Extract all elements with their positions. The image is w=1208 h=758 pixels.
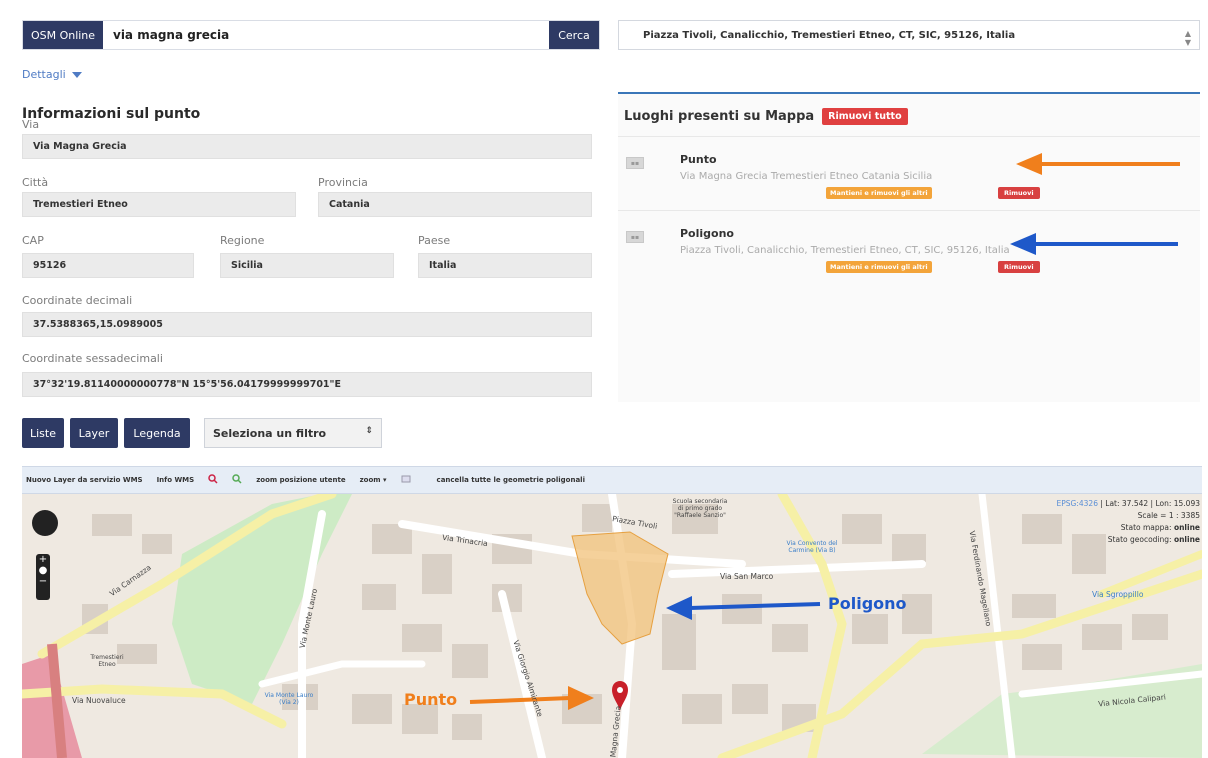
address-select-value: Piazza Tivoli, Canalicchio, Tremestieri … <box>643 29 1016 41</box>
poi-label: Scuola secondaria di primo grado "Raffae… <box>672 498 728 519</box>
wms-search-icon[interactable] <box>208 474 218 486</box>
map-layers-icon[interactable] <box>401 474 411 486</box>
coord-dec-label: Coordinate decimali <box>22 294 133 307</box>
via-field[interactable]: Via Magna Grecia <box>22 134 592 159</box>
wms-layer-button[interactable]: Nuovo Layer da servizio WMS <box>26 476 143 484</box>
pan-control[interactable] <box>32 510 58 536</box>
search-button[interactable]: Cerca <box>549 21 599 49</box>
source-osm-button[interactable]: OSM Online <box>23 21 103 49</box>
punto-annotation: Punto <box>404 690 458 709</box>
provincia-label: Provincia <box>318 176 368 189</box>
map-toolbar: Nuovo Layer da servizio WMS Info WMS zoo… <box>22 466 1202 494</box>
filter-select-value: Seleziona un filtro <box>213 426 327 440</box>
cap-field[interactable]: 95126 <box>22 253 194 278</box>
orange-arrow-annotation <box>1016 153 1180 175</box>
zoom-user-button[interactable]: zoom posizione utente <box>256 476 345 484</box>
street-label: Via Nuovaluce <box>72 696 126 705</box>
search-input[interactable] <box>103 21 549 49</box>
paese-label: Paese <box>418 234 451 247</box>
place-item: ▪▪ Punto Via Magna Grecia Tremestieri Et… <box>618 136 1200 208</box>
street-label: Via San Marco <box>720 572 774 581</box>
paese-field[interactable]: Italia <box>418 253 592 278</box>
remove-button[interactable]: Rimuovi <box>998 261 1040 273</box>
legenda-button[interactable]: Legenda <box>124 418 190 448</box>
places-title: Luoghi presenti su Mappa <box>624 109 815 124</box>
details-toggle[interactable]: Dettagli <box>22 68 82 81</box>
citta-label: Città <box>22 176 49 189</box>
place-item: ▪▪ Poligono Piazza Tivoli, Canalicchio, … <box>618 210 1200 282</box>
regione-field[interactable]: Sicilia <box>220 253 394 278</box>
keep-only-button[interactable]: Mantieni e rimuovi gli altri <box>826 187 932 199</box>
coord-dec-field[interactable]: 37.5388365,15.0989005 <box>22 312 592 337</box>
poi-label: Via Monte Lauro (Via 2) <box>264 692 314 706</box>
coord-sex-field[interactable]: 37°32'19.81140000000778"N 15°5'56.041799… <box>22 372 592 397</box>
filter-select[interactable]: Seleziona un filtro ⇕ <box>204 418 382 448</box>
liste-button[interactable]: Liste <box>22 418 64 448</box>
search-bar: OSM Online Cerca <box>22 20 600 50</box>
keep-only-button[interactable]: Mantieni e rimuovi gli altri <box>826 261 932 273</box>
geo-state-label: Stato geocoding: <box>1107 535 1172 544</box>
provincia-field[interactable]: Catania <box>318 192 592 217</box>
place-address: Piazza Tivoli, Canalicchio, Tremestieri … <box>680 245 1010 256</box>
select-arrows-icon: ▲ ▼ <box>1184 29 1191 47</box>
clear-geometries-button[interactable]: cancella tutte le geometrie poligonali <box>437 476 585 484</box>
zoom-control[interactable]: + ● − <box>36 554 50 600</box>
places-panel: Luoghi presenti su Mappa Rimuovi tutto ▪… <box>618 92 1200 402</box>
map-coords: Lat: 37.542 | Lon: 15.093 <box>1105 499 1200 508</box>
info-title: Informazioni sul punto <box>22 106 201 122</box>
map-status-info: EPSG:4326 | Lat: 37.542 | Lon: 15.093 Sc… <box>1056 499 1200 544</box>
poi-label: Via Convento del Carmine (Via B) <box>786 540 838 554</box>
details-label: Dettagli <box>22 68 66 81</box>
select-updown-icon: ⇕ <box>365 426 373 436</box>
blue-arrow-annotation <box>1010 233 1178 255</box>
citta-field[interactable]: Tremestieri Etneo <box>22 192 296 217</box>
epsg-link[interactable]: EPSG:4326 <box>1057 499 1098 508</box>
address-select[interactable]: Piazza Tivoli, Canalicchio, Tremestieri … <box>618 20 1200 50</box>
map-state-value: online <box>1173 523 1200 532</box>
remove-all-button[interactable]: Rimuovi tutto <box>822 108 908 125</box>
street-label: Via Sgroppillo <box>1092 590 1144 599</box>
geo-state-value: online <box>1173 535 1200 544</box>
place-title: Poligono <box>680 227 734 240</box>
coord-sex-label: Coordinate sessadecimali <box>22 352 163 365</box>
remove-button[interactable]: Rimuovi <box>998 187 1040 199</box>
map-scale: Scale = 1 : 3385 <box>1137 511 1200 520</box>
zoom-dropdown[interactable]: zoom ▾ <box>360 476 387 484</box>
place-thumbnail[interactable]: ▪▪ <box>626 157 644 169</box>
via-label: Via <box>22 118 40 131</box>
places-header: Luoghi presenti su Mappa Rimuovi tutto <box>624 108 908 125</box>
poligono-annotation: Poligono <box>828 594 907 613</box>
cap-label: CAP <box>22 234 44 247</box>
poi-label: Tremestieri Etneo <box>90 654 124 668</box>
place-thumbnail[interactable]: ▪▪ <box>626 231 644 243</box>
search-green-icon[interactable] <box>232 474 242 486</box>
info-wms-button[interactable]: Info WMS <box>157 476 195 484</box>
layer-button[interactable]: Layer <box>70 418 118 448</box>
caret-down-icon <box>71 71 82 78</box>
app-frame: OSM Online Cerca Dettagli Informazioni s… <box>22 12 1202 758</box>
place-address: Via Magna Grecia Tremestieri Etneo Catan… <box>680 171 933 182</box>
regione-label: Regione <box>220 234 265 247</box>
map-state-label: Stato mappa: <box>1120 523 1172 532</box>
map-canvas[interactable]: + ● − Via Trinacria Via San Marco Via Carn… <box>22 494 1202 758</box>
place-title: Punto <box>680 153 717 166</box>
